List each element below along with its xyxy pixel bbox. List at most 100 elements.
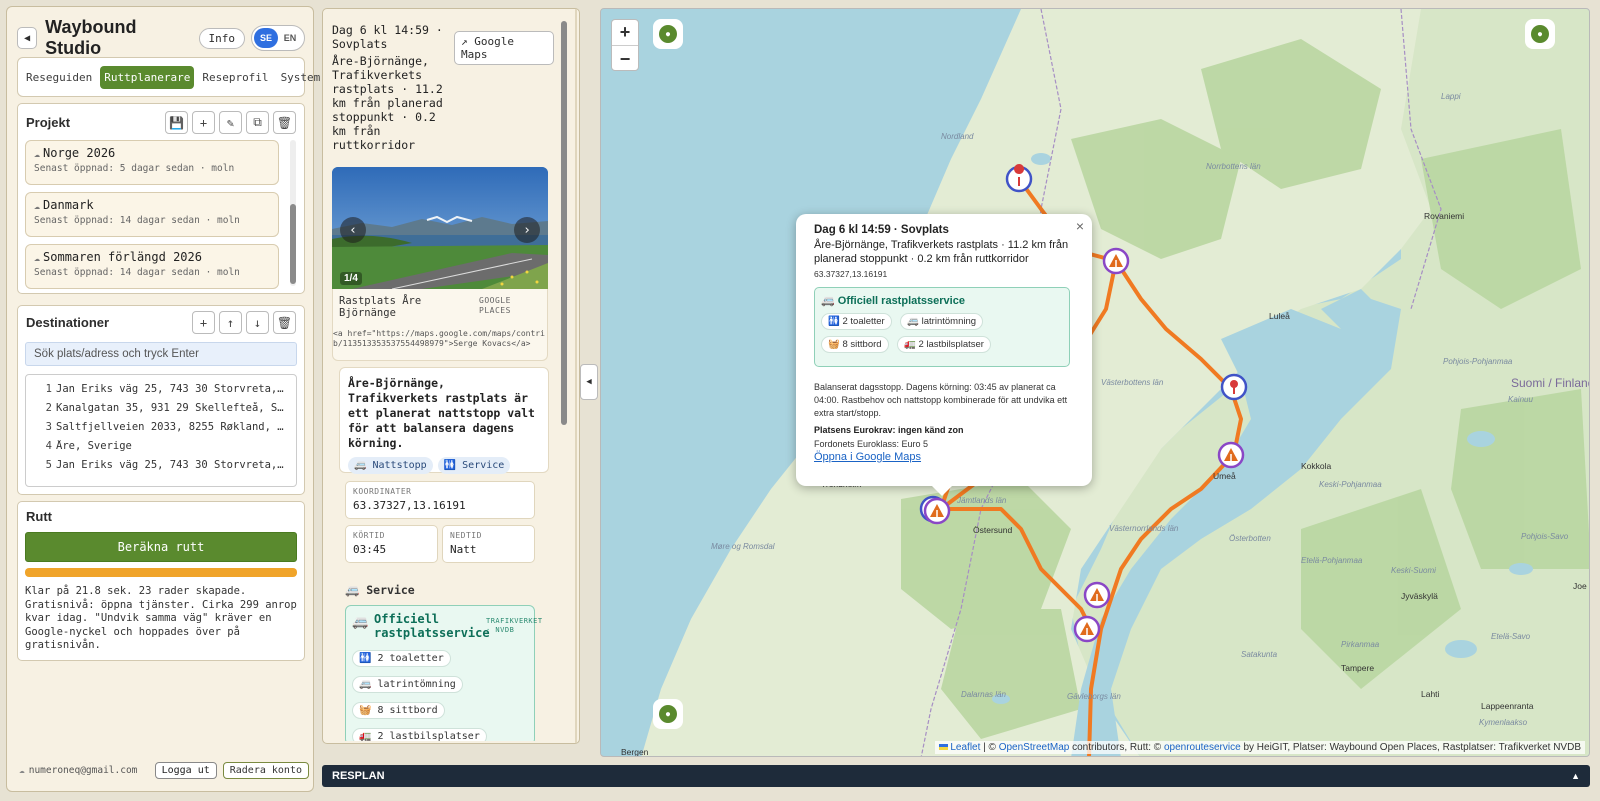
chevron-left-icon: ‹ <box>349 222 357 238</box>
service-title: Officiell rastplatsservice <box>374 612 490 640</box>
project-meta: Senast öppnad: 14 dagar sedan · moln <box>34 215 240 226</box>
destination-item[interactable]: 5 Jan Eriks väg 25, 743 30 Storvreta, Sve… <box>26 455 296 474</box>
picnic-icon: 🧺 <box>828 339 843 350</box>
add-destination-button[interactable]: + <box>192 311 215 334</box>
tab-system[interactable]: System <box>277 66 325 89</box>
projects-scroll-thumb[interactable] <box>290 204 296 284</box>
zoom-out-button[interactable]: − <box>612 46 638 72</box>
destination-item[interactable]: 2 Kanalgatan 35, 931 29 Skellefteå, Sveri… <box>26 398 296 417</box>
official-service-card: 🚐 Officiell rastplatsservice TRAFIKVERKE… <box>345 605 542 741</box>
place-photo: ‹ › 1/4 <box>332 167 548 289</box>
map-extra-button[interactable]: ● <box>653 699 683 729</box>
delete-account-button[interactable]: Radera konto <box>222 761 309 779</box>
project-item[interactable]: ☁ Danmark Senast öppnad: 14 dagar sedan ·… <box>25 192 279 237</box>
project-meta: Senast öppnad: 14 dagar sedan · moln <box>34 267 240 278</box>
back-button[interactable]: ◀ <box>17 27 38 49</box>
project-list: ☁ Norge 2026 Senast öppnad: 5 dagar sedan… <box>25 140 279 296</box>
map-label-pohjois: Pohjois-Pohjanmaa <box>1443 357 1513 366</box>
map-layer-button[interactable]: ● <box>653 19 683 49</box>
save-project-button[interactable]: 💾 <box>165 111 188 134</box>
service-item: 🚛 2 lastbilsplatser <box>352 728 487 741</box>
photo-next-button[interactable]: › <box>514 217 540 243</box>
map-label-pirkanmaa: Pirkanmaa <box>1341 640 1380 649</box>
drive-time-value: 03:45 <box>353 543 387 556</box>
projects-panel: Projekt 💾 + ✎ ⧉ 🗑 ☁ Norge 2026 Senast öpp… <box>17 103 305 294</box>
map-locate-button[interactable]: ● <box>1525 19 1555 49</box>
chevron-left-icon: ◀ <box>586 377 592 387</box>
logout-button[interactable]: Logga ut <box>154 761 217 779</box>
detail-header: Dag 6 kl 14:59 · Sovplats Åre-Björnänge,… <box>332 23 554 152</box>
toilet-icon: 🚻 <box>443 460 463 471</box>
map-label-dalarnas: Dalarnas län <box>961 690 1006 699</box>
destination-item[interactable]: 3 Saltfjellveien 2033, 8255 Røkland, Norg… <box>26 417 296 436</box>
sidebar: ◀ Waybound Studio Info SE EN Reseguiden … <box>6 6 320 792</box>
ors-link[interactable]: openrouteservice <box>1164 742 1241 753</box>
project-item[interactable]: ☁ Norge 2026 Senast öppnad: 5 dagar sedan… <box>25 140 279 185</box>
lang-se-button[interactable]: SE <box>254 28 278 48</box>
popup-service-item: 🚐 latrintömning <box>900 313 984 330</box>
service-item: 🚐 latrintömning <box>352 676 463 693</box>
destination-search-input[interactable]: Sök plats/adress och tryck Enter <box>25 342 297 366</box>
collapse-panel-button[interactable]: ◀ <box>580 364 598 400</box>
osm-link[interactable]: OpenStreetMap <box>999 742 1070 753</box>
destination-number: 3 <box>45 420 52 433</box>
camper-icon: 🚐 <box>345 583 367 597</box>
destination-item[interactable]: 1 Jan Eriks väg 25, 743 30 Storvreta, Sve… <box>26 379 296 398</box>
edit-project-button[interactable]: ✎ <box>219 111 242 134</box>
projects-scrollbar[interactable] <box>290 140 296 286</box>
popup-service-item: 🚛 2 lastbilsplatser <box>897 336 991 353</box>
photo-counter: 1/4 <box>340 272 362 285</box>
plus-icon: + <box>199 115 208 130</box>
map-label-jyvaskyla: Jyväskylä <box>1401 591 1438 601</box>
save-icon: 💾 <box>169 115 184 130</box>
map-label-suomi: Suomi / Finland <box>1511 376 1590 390</box>
add-project-button[interactable]: + <box>192 111 215 134</box>
copy-project-button[interactable]: ⧉ <box>246 111 269 134</box>
user-email: numeroneq@gmail.com <box>28 764 138 776</box>
map-label-keski-pohjanmaa: Keski-Pohjanmaa <box>1319 480 1382 489</box>
project-item[interactable]: ☁ Sommaren förlängd 2026 Senast öppnad: 1… <box>25 244 279 289</box>
map-label-pohjois-savo: Pohjois-Savo <box>1521 532 1569 541</box>
tab-reseprofil[interactable]: Reseprofil <box>198 66 272 89</box>
popup-euro-class: Fordonets Euroklass: Euro 5 <box>814 439 929 449</box>
popup-close-button[interactable]: × <box>1076 218 1084 234</box>
google-maps-button[interactable]: ↗ Google Maps <box>454 31 554 65</box>
detail-scrollbar[interactable] <box>561 21 567 425</box>
destination-address: Jan Eriks väg 25, 743 30 Storvreta, Sver… <box>56 458 286 471</box>
map-label-etela-pohjanmaa: Etelä-Pohjanmaa <box>1301 556 1363 565</box>
ukraine-flag-icon <box>938 744 948 750</box>
destination-number: 4 <box>45 439 52 452</box>
service-item: 🧺 8 sittbord <box>352 702 445 719</box>
projects-title: Projekt <box>26 115 71 130</box>
map-label-tampere: Tampere <box>1341 663 1374 673</box>
detail-divider <box>575 9 577 743</box>
info-button[interactable]: Info <box>198 27 245 49</box>
extra-dot-icon: ● <box>659 705 677 723</box>
route-progress-fill <box>25 568 297 577</box>
map-view[interactable]: Nordland Norrbottens län Lappi Rovaniemi… <box>600 8 1590 757</box>
camper-icon: 🚐 <box>354 460 373 471</box>
picnic-icon: 🧺 <box>359 705 378 716</box>
popup-body: Balanserat dagsstopp. Dagens körning: 03… <box>814 382 1068 418</box>
locate-dot-icon: ● <box>1531 25 1549 43</box>
tab-ruttplanerare[interactable]: Ruttplanerare <box>100 65 195 89</box>
move-down-button[interactable]: ↓ <box>246 311 269 334</box>
delete-project-button[interactable]: 🗑 <box>273 111 296 134</box>
calculate-route-button[interactable]: Beräkna rutt <box>25 532 297 562</box>
resplan-bar[interactable]: RESPLAN ▲ <box>322 765 1590 787</box>
map-label-joensuu: Joe <box>1573 581 1587 591</box>
zoom-control: + − <box>611 19 639 71</box>
destinations-toolbar: + ↑ ↓ 🗑 <box>192 311 296 334</box>
leaflet-link[interactable]: Leaflet <box>950 742 980 753</box>
tab-reseguiden[interactable]: Reseguiden <box>22 66 96 89</box>
move-up-button[interactable]: ↑ <box>219 311 242 334</box>
delete-destination-button[interactable]: 🗑 <box>273 311 296 334</box>
lang-en-button[interactable]: EN <box>278 28 302 48</box>
drive-time-box: KÖRTID 03:45 <box>345 525 438 563</box>
photo-prev-button[interactable]: ‹ <box>340 217 366 243</box>
popup-google-maps-link[interactable]: Öppna i Google Maps <box>814 451 1074 463</box>
destination-item[interactable]: 4 Åre, Sverige <box>26 436 296 455</box>
trash-icon: 🗑 <box>276 315 293 330</box>
zoom-in-button[interactable]: + <box>612 20 638 46</box>
down-time-value: Natt <box>450 543 477 556</box>
